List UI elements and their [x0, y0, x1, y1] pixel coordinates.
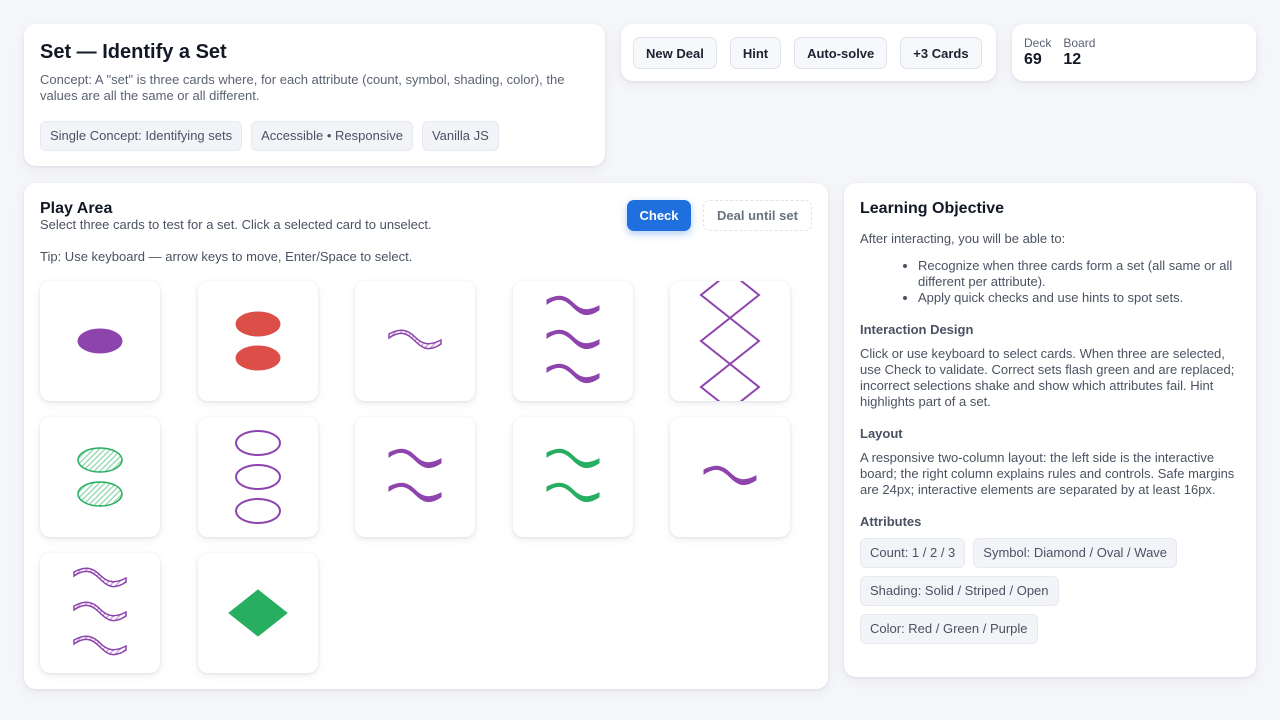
- deck-label: Deck: [1024, 36, 1052, 50]
- tag-chip: Accessible • Responsive: [251, 121, 413, 151]
- attribute-chips: Count: 1 / 2 / 3 Symbol: Diamond / Oval …: [860, 538, 1240, 644]
- set-card[interactable]: [670, 417, 790, 537]
- set-card[interactable]: [670, 281, 790, 401]
- objective-item: Apply quick checks and use hints to spot…: [918, 290, 1240, 306]
- tag-chips: Single Concept: Identifying sets Accessi…: [40, 121, 589, 151]
- layout-title: Layout: [860, 426, 903, 441]
- play-area-title: Play Area: [40, 200, 113, 217]
- set-card[interactable]: [40, 417, 160, 537]
- card-symbols: [388, 448, 442, 503]
- wave-symbol: [73, 601, 127, 622]
- objective-list: Recognize when three cards form a set (a…: [918, 258, 1240, 306]
- oval-symbol: [234, 464, 281, 490]
- oval-symbol: [234, 430, 281, 456]
- wave-symbol: [546, 482, 599, 503]
- attribute-chip: Count: 1 / 2 / 3: [860, 538, 966, 568]
- card-symbols: [546, 295, 599, 384]
- objective-title: Learning Objective: [860, 200, 1005, 217]
- stats-panel: Deck 69 Board 12: [1012, 24, 1256, 81]
- set-card[interactable]: [197, 417, 318, 537]
- board-stat: Board 12: [1063, 36, 1095, 69]
- objective-item: Recognize when three cards form a set (a…: [918, 258, 1240, 290]
- wave-symbol: [73, 635, 127, 656]
- card-symbols: [546, 448, 599, 503]
- wave-symbol: [546, 448, 599, 469]
- card-symbols: [388, 329, 442, 350]
- objective-intro: After interacting, you will be able to:: [860, 231, 1066, 246]
- deck-count: 69: [1024, 51, 1042, 68]
- card-symbols: [234, 430, 281, 524]
- card-symbols: [227, 589, 288, 637]
- actions-toolbar: New Deal Hint Auto-solve +3 Cards: [621, 24, 996, 81]
- play-area-subtitle: Select three cards to test for a set. Cl…: [40, 217, 432, 232]
- diamond-symbol: [227, 589, 288, 637]
- hint-button[interactable]: Hint: [729, 37, 782, 69]
- keyboard-tip: Tip: Use keyboard — arrow keys to move, …: [40, 249, 413, 264]
- wave-symbol: [388, 482, 442, 503]
- interaction-text: Click or use keyboard to select cards. W…: [860, 346, 1235, 409]
- oval-symbol: [234, 498, 281, 524]
- oval-symbol: [235, 311, 280, 337]
- title-panel: Set — Identify a Set Concept: A "set" is…: [24, 24, 605, 166]
- set-card[interactable]: [40, 553, 160, 673]
- set-card[interactable]: [197, 553, 318, 673]
- deal-until-set-button[interactable]: Deal until set: [703, 200, 812, 231]
- diamond-symbol: [699, 362, 761, 401]
- interaction-title: Interaction Design: [860, 322, 974, 337]
- oval-symbol: [77, 447, 123, 473]
- play-area: Play Area Select three cards to test for…: [24, 183, 828, 689]
- wave-symbol: [546, 295, 599, 316]
- set-card[interactable]: [40, 281, 160, 401]
- new-deal-button[interactable]: New Deal: [633, 37, 717, 69]
- deck-stat: Deck 69: [1024, 36, 1051, 69]
- card-symbols: [235, 311, 280, 371]
- set-card[interactable]: [355, 417, 475, 537]
- wave-symbol: [73, 567, 127, 588]
- attributes-title: Attributes: [860, 514, 922, 529]
- concept-text: Concept: A "set" is three cards where, f…: [40, 72, 565, 103]
- oval-symbol: [77, 328, 123, 354]
- page-title: Set — Identify a Set: [40, 41, 227, 63]
- attribute-chip: Shading: Solid / Striped / Open: [860, 576, 1059, 606]
- wave-symbol: [388, 448, 442, 469]
- card-symbols: [73, 567, 127, 656]
- set-card[interactable]: [197, 281, 318, 401]
- wave-symbol: [703, 465, 757, 486]
- check-button[interactable]: Check: [627, 200, 691, 231]
- wave-symbol: [546, 329, 599, 350]
- attribute-chip: Color: Red / Green / Purple: [860, 614, 1038, 644]
- card-symbols: [699, 281, 761, 401]
- card-symbols: [77, 328, 123, 354]
- wave-symbol: [546, 363, 599, 384]
- auto-solve-button[interactable]: Auto-solve: [794, 37, 888, 69]
- tag-chip: Single Concept: Identifying sets: [40, 121, 243, 151]
- info-panel: Learning Objective After interacting, yo…: [844, 183, 1256, 677]
- add-three-cards-button[interactable]: +3 Cards: [900, 37, 982, 69]
- diamond-symbol: [699, 281, 761, 320]
- layout-text: A responsive two-column layout: the left…: [860, 450, 1235, 497]
- diamond-symbol: [699, 316, 761, 366]
- set-card[interactable]: [355, 281, 475, 401]
- set-card[interactable]: [512, 417, 633, 537]
- wave-symbol: [388, 329, 442, 350]
- attribute-chip: Symbol: Diamond / Oval / Wave: [973, 538, 1178, 568]
- card-symbols: [77, 447, 123, 507]
- card-symbols: [703, 465, 757, 486]
- board-label: Board: [1063, 36, 1096, 50]
- set-card[interactable]: [512, 281, 633, 401]
- oval-symbol: [77, 481, 123, 507]
- oval-symbol: [235, 345, 280, 371]
- board-count: 12: [1063, 51, 1082, 68]
- tag-chip: Vanilla JS: [421, 121, 499, 151]
